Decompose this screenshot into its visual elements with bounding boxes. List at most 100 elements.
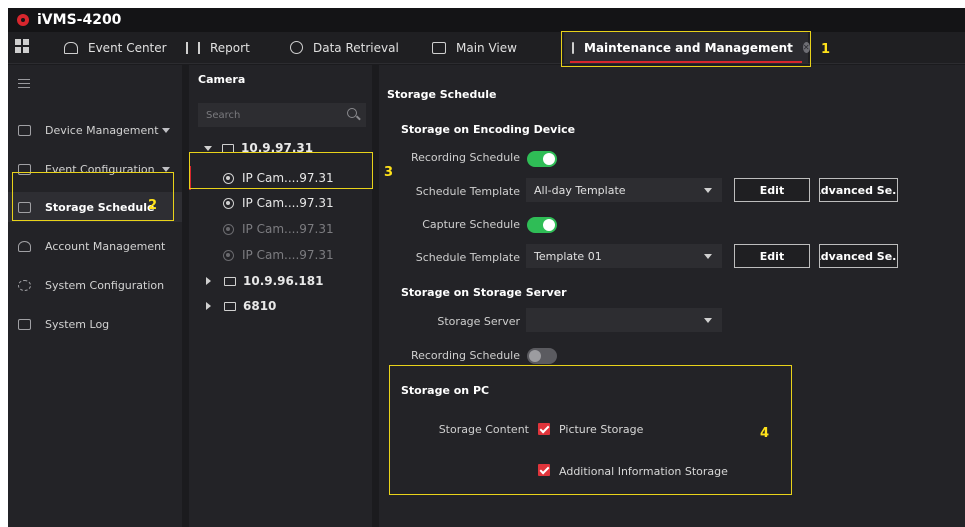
camera-label: IP Cam....97.31 bbox=[242, 196, 334, 210]
schedule-template-label: Schedule Template bbox=[415, 251, 520, 264]
bar-chart-icon bbox=[186, 41, 200, 54]
module-grid-icon[interactable] bbox=[15, 39, 29, 53]
tree-group-label: 10.9.96.181 bbox=[243, 274, 324, 288]
camera-panel-title: Camera bbox=[198, 73, 246, 86]
toggle-knob bbox=[543, 153, 555, 165]
event-config-icon bbox=[18, 163, 31, 175]
additional-information-storage-label: Additional Information Storage bbox=[559, 465, 728, 478]
sidebar-item-account-management[interactable]: Account Management bbox=[8, 231, 182, 261]
sidebar-item-label: Event Configuration bbox=[45, 162, 155, 176]
page-title: Storage Schedule bbox=[387, 88, 497, 101]
app-title: iVMS-4200 bbox=[37, 12, 122, 28]
server-recording-schedule-toggle[interactable] bbox=[527, 348, 557, 364]
tree-group-10-9-96-181[interactable]: 10.9.96.181 bbox=[204, 270, 323, 292]
folder-icon bbox=[224, 276, 236, 286]
toggle-knob bbox=[529, 350, 541, 362]
schedule-template-select[interactable]: All-day Template bbox=[526, 178, 722, 202]
active-tab-underline bbox=[570, 61, 802, 63]
camera-icon bbox=[223, 172, 234, 184]
recording-schedule-label: Recording Schedule bbox=[410, 349, 520, 362]
device-icon bbox=[18, 124, 31, 136]
tab-label: Main View bbox=[456, 40, 517, 55]
advanced-settings-button-capture[interactable]: Advanced Se... bbox=[819, 244, 898, 268]
menu-icon[interactable] bbox=[18, 79, 30, 88]
chevron-down-icon bbox=[704, 254, 712, 259]
tree-camera-item-offline[interactable]: IP Cam....97.31 bbox=[223, 244, 334, 266]
toggle-knob bbox=[543, 219, 555, 231]
expand-right-icon[interactable] bbox=[206, 302, 211, 310]
search-input[interactable]: Search bbox=[198, 103, 366, 127]
maintenance-icon bbox=[572, 41, 574, 54]
sidebar-item-label: System Configuration bbox=[45, 278, 165, 292]
expand-right-icon[interactable] bbox=[206, 277, 211, 285]
select-value: All-day Template bbox=[534, 183, 626, 197]
camera-label: IP Cam....97.31 bbox=[242, 171, 334, 185]
tab-label: Data Retrieval bbox=[313, 40, 399, 55]
tree-group-label: 6810 bbox=[243, 299, 277, 313]
advanced-settings-button[interactable]: Advanced Se... bbox=[819, 178, 898, 202]
tree-group-label: 10.9.97.31 bbox=[241, 141, 314, 155]
camera-offline-icon bbox=[223, 249, 234, 261]
annotation-number-3: 3 bbox=[384, 165, 394, 180]
person-icon bbox=[18, 240, 31, 252]
sidebar-item-system-configuration[interactable]: System Configuration bbox=[8, 270, 182, 300]
sidebar-item-label: Account Management bbox=[45, 239, 166, 253]
tab-label: Maintenance and Management bbox=[584, 40, 793, 55]
storage-icon bbox=[18, 201, 31, 213]
tab-maintenance-and-management[interactable]: Maintenance and Management ✕ bbox=[564, 32, 810, 63]
storage-server-label: Storage Server bbox=[437, 315, 520, 328]
picture-storage-label: Picture Storage bbox=[559, 423, 644, 436]
camera-panel: Camera Search 10.9.97.31 IP Cam....97.31… bbox=[189, 65, 372, 527]
tree-group-6810[interactable]: 6810 bbox=[204, 295, 276, 317]
storage-schedule-panel: Storage Schedule Storage on Encoding Dev… bbox=[379, 65, 965, 527]
bell-icon bbox=[64, 41, 78, 54]
sidebar: Device Management Event Configuration St… bbox=[8, 65, 182, 527]
app-window: iVMS-4200 Event Center Report Data Retri… bbox=[8, 8, 965, 527]
edit-button-capture[interactable]: Edit bbox=[734, 244, 810, 268]
tab-report[interactable]: Report bbox=[186, 32, 250, 63]
schedule-template-label: Schedule Template bbox=[415, 185, 520, 198]
sidebar-item-label: Device Management bbox=[45, 123, 159, 137]
search-icon[interactable] bbox=[347, 108, 357, 118]
search-circle-icon bbox=[290, 41, 303, 54]
expand-down-icon[interactable] bbox=[204, 145, 212, 151]
sidebar-item-device-management[interactable]: Device Management bbox=[8, 115, 182, 145]
select-value: Template 01 bbox=[534, 249, 602, 263]
section-title-storage-on-pc: Storage on PC bbox=[401, 384, 490, 397]
camera-icon bbox=[223, 197, 234, 209]
capture-schedule-label: Capture Schedule bbox=[422, 218, 520, 231]
annotation-number-4: 4 bbox=[760, 426, 770, 441]
tree-group-10-9-97-31[interactable]: 10.9.97.31 bbox=[204, 137, 313, 159]
close-icon[interactable]: ✕ bbox=[802, 42, 810, 53]
camera-offline-icon bbox=[223, 223, 234, 235]
sidebar-item-event-configuration[interactable]: Event Configuration bbox=[8, 154, 182, 184]
tab-main-view[interactable]: Main View bbox=[432, 32, 517, 63]
section-title-storage-server: Storage on Storage Server bbox=[401, 286, 567, 299]
monitor-icon bbox=[432, 41, 446, 54]
sidebar-item-label: System Log bbox=[45, 317, 110, 331]
log-icon bbox=[18, 318, 31, 330]
storage-content-label: Storage Content bbox=[438, 423, 529, 436]
sidebar-item-system-log[interactable]: System Log bbox=[8, 309, 182, 339]
title-bar: iVMS-4200 bbox=[8, 8, 965, 32]
gear-icon bbox=[18, 279, 31, 291]
picture-storage-checkbox[interactable] bbox=[538, 423, 550, 435]
section-title-encoding-device: Storage on Encoding Device bbox=[401, 123, 576, 136]
tab-event-center[interactable]: Event Center bbox=[64, 32, 167, 63]
hikvision-logo-icon bbox=[17, 14, 29, 26]
edit-button[interactable]: Edit bbox=[734, 178, 810, 202]
capture-schedule-toggle[interactable] bbox=[527, 217, 557, 233]
search-placeholder: Search bbox=[206, 109, 241, 121]
tree-camera-item-offline[interactable]: IP Cam....97.31 bbox=[223, 218, 334, 240]
annotation-number-1: 1 bbox=[821, 42, 831, 57]
recording-schedule-toggle[interactable] bbox=[527, 151, 557, 167]
tab-label: Report bbox=[210, 40, 250, 55]
tab-data-retrieval[interactable]: Data Retrieval bbox=[290, 32, 399, 63]
tree-camera-item-selected[interactable]: IP Cam....97.31 bbox=[189, 166, 372, 190]
storage-server-select[interactable] bbox=[526, 308, 722, 332]
tree-camera-item[interactable]: IP Cam....97.31 bbox=[223, 192, 334, 214]
schedule-template-select-capture[interactable]: Template 01 bbox=[526, 244, 722, 268]
additional-information-storage-checkbox[interactable] bbox=[538, 464, 550, 476]
sidebar-item-label: Storage Schedule bbox=[45, 200, 155, 214]
recording-schedule-label: Recording Schedule bbox=[410, 151, 520, 164]
